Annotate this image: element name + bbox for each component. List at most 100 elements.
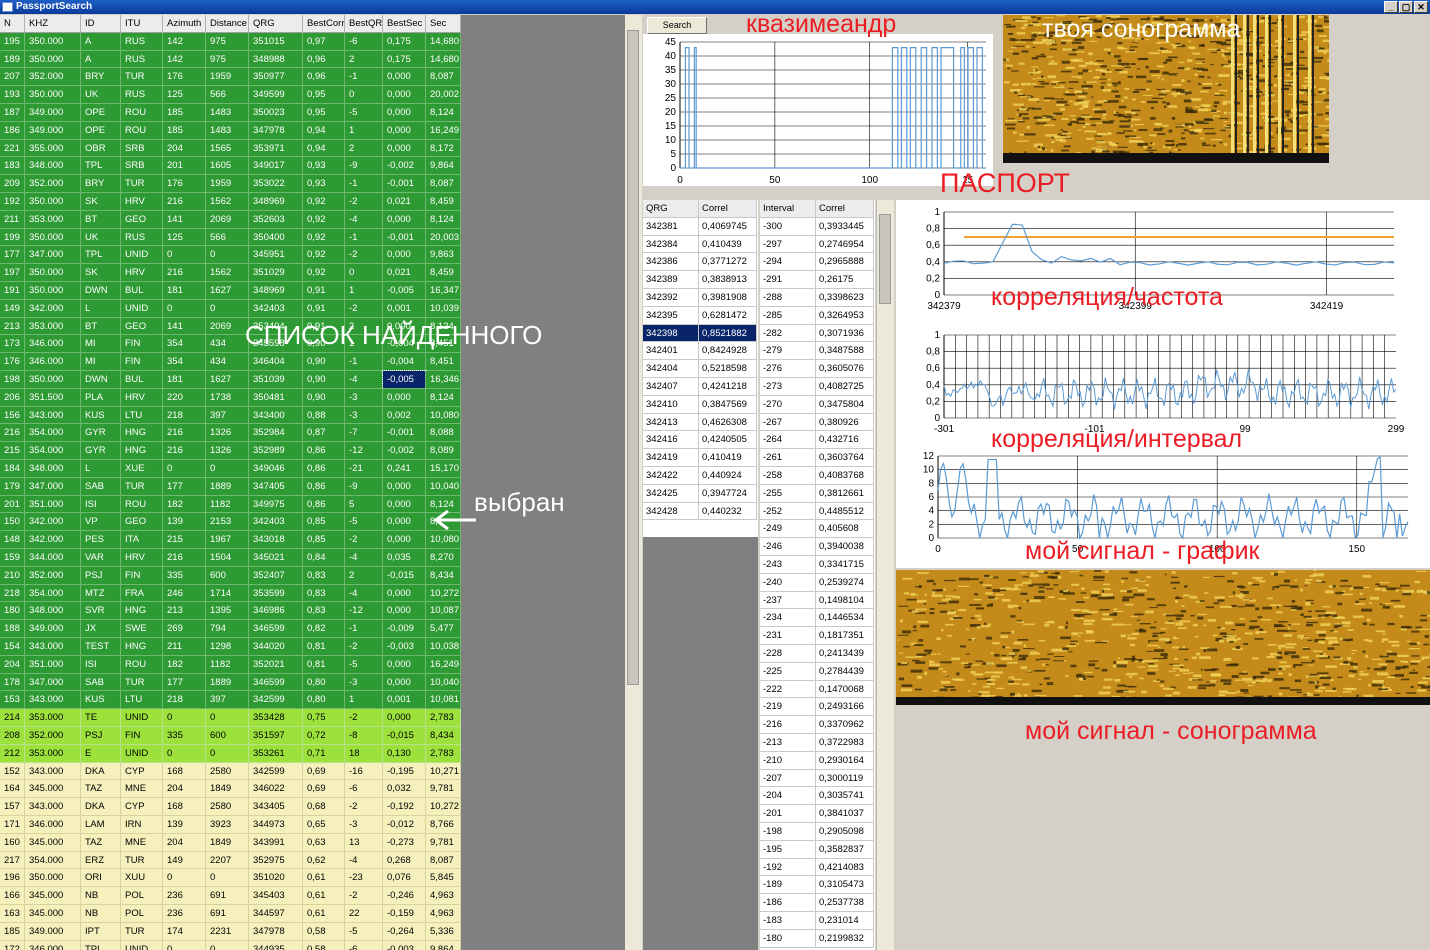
table-cell[interactable]: 192 [0,193,25,211]
table-cell[interactable]: 0,3947724 [699,484,757,503]
table-cell[interactable]: 160 [0,833,25,852]
table-cell[interactable]: 0,001 [383,299,426,318]
column-header[interactable]: ID [81,15,121,33]
table-cell[interactable]: -264 [760,431,816,450]
table-cell[interactable]: 0,68 [303,798,345,816]
table-cell[interactable]: -279 [760,342,816,361]
table-cell[interactable]: UNID [121,709,163,727]
table-cell[interactable]: A [81,50,121,69]
table-cell[interactable]: 0,2905098 [816,823,874,841]
table-cell[interactable]: HNG [121,602,163,621]
table-cell[interactable]: LAM [81,816,121,834]
table-cell[interactable]: 125 [163,86,206,104]
table-cell[interactable]: 343.000 [25,638,81,656]
table-cell[interactable]: 1627 [206,371,249,389]
table-cell[interactable]: MI [81,335,121,354]
table-cell[interactable]: 0,3071936 [816,324,874,343]
table-cell[interactable]: 0,92 [303,264,345,282]
table-cell[interactable]: -0,004 [383,353,426,371]
table-cell[interactable]: TAZ [81,780,121,799]
table-cell[interactable]: -3 [345,673,383,692]
table-cell[interactable]: 0,2537738 [816,894,874,912]
table-cell[interactable]: 0 [163,246,206,265]
table-cell[interactable]: 166 [0,887,25,905]
table-cell[interactable]: -5 [345,655,383,674]
table-cell[interactable]: 173 [0,335,25,354]
table-row[interactable]: 172 346.000 TPL UNID 0 0 344935 0,58 -6 -0,003 9,8… [0,940,461,950]
table-cell[interactable]: BT [81,317,121,336]
table-cell[interactable]: 353261 [249,744,303,763]
table-row[interactable]: 197 350.000 SK HRV 216 1562 351029 0,92 0 0,021 8,… [0,264,461,282]
table-cell[interactable]: -198 [760,823,816,841]
table-cell[interactable]: 211 [163,638,206,656]
table-cell[interactable]: 16,347 [426,282,461,300]
table-cell[interactable]: 343991 [249,833,303,852]
table-cell[interactable]: DKA [81,798,121,816]
table-cell[interactable]: 154 [0,638,25,656]
table-cell[interactable]: 347405 [249,477,303,496]
table-cell[interactable]: 350.000 [25,193,81,211]
table-cell[interactable]: 350977 [249,68,303,87]
table-cell[interactable]: 216 [0,424,25,443]
table-cell[interactable]: 342403 [249,299,303,318]
table-cell[interactable]: 213 [0,317,25,336]
table-cell[interactable]: -9 [345,477,383,496]
table-cell[interactable]: 343.000 [25,798,81,816]
table-cell[interactable]: -9 [345,157,383,176]
table-cell[interactable]: 0,81 [303,638,345,656]
table-cell[interactable]: -12 [345,602,383,621]
table-cell[interactable]: -4 [345,549,383,567]
table-cell[interactable]: 10,271 [426,762,461,781]
table-cell[interactable]: 20,002 [426,86,461,104]
table-cell[interactable]: -180 [760,929,816,948]
table-row[interactable]: 196 350.000 ORI XUU 0 0 351020 0,61 -23 0,076 5,84… [0,869,461,888]
table-cell[interactable]: ERZ [81,851,121,870]
table-cell[interactable]: 2153 [206,513,249,532]
table-row[interactable]: 210 352.000 PSJ FIN 335 600 352407 0,83 2 -0,015 8… [0,566,461,585]
table-cell[interactable]: 354.000 [25,851,81,870]
table-cell[interactable]: IRN [121,816,163,834]
table-cell[interactable]: 351.000 [25,655,81,674]
table-cell[interactable]: 1959 [206,175,249,193]
table-cell[interactable]: KUS [81,691,121,710]
table-cell[interactable]: 0,3475804 [816,395,874,414]
table-row[interactable]: 218 354.000 MTZ FRA 246 1714 353599 0,83 -4 0,000… [0,584,461,603]
table-cell[interactable]: 335 [163,727,206,745]
table-cell[interactable]: PSJ [81,566,121,585]
column-header[interactable]: Distance [206,15,249,33]
table-cell[interactable]: -0,264 [383,922,426,941]
table-cell[interactable]: 342407 [643,378,699,396]
table-cell[interactable]: GYR [81,424,121,443]
table-cell[interactable]: 152 [0,762,25,781]
table-cell[interactable]: 0,3370962 [816,716,874,734]
table-cell[interactable]: 0,96 [303,50,345,69]
table-cell[interactable]: 347.000 [25,477,81,496]
table-cell[interactable]: 0,91 [303,282,345,300]
table-cell[interactable]: 0,3035741 [816,787,874,806]
table-cell[interactable]: 352984 [249,424,303,443]
column-header[interactable]: QRG [643,200,699,218]
table-cell[interactable]: 191 [0,282,25,300]
table-cell[interactable]: 0,032 [383,780,426,799]
table-cell[interactable]: 2,783 [426,709,461,727]
table-cell[interactable]: 204 [163,780,206,799]
table-cell[interactable]: 0,000 [383,584,426,603]
table-cell[interactable]: 352021 [249,655,303,674]
table-cell[interactable]: 344020 [249,638,303,656]
table-cell[interactable]: 344935 [249,940,303,950]
table-cell[interactable]: 180 [0,602,25,621]
table-cell[interactable]: 9,864 [426,157,461,176]
table-cell[interactable]: 1714 [206,584,249,603]
table-cell[interactable]: 975 [206,50,249,69]
search-button[interactable]: Search [647,17,707,34]
table-cell[interactable]: 0,405608 [816,520,874,539]
table-cell[interactable]: 1 [345,282,383,300]
table-row[interactable]: 179 347.000 SAB TUR 177 1889 347405 0,86 -9 0,000… [0,477,461,496]
table-cell[interactable]: 0,3341715 [816,556,874,574]
table-cell[interactable]: 0,87 [303,424,345,443]
table-cell[interactable]: ROU [121,121,163,140]
table-cell[interactable]: 207 [0,68,25,87]
table-cell[interactable]: 0,241 [383,460,426,478]
table-cell[interactable]: -21 [345,460,383,478]
table-cell[interactable]: 345403 [249,887,303,905]
